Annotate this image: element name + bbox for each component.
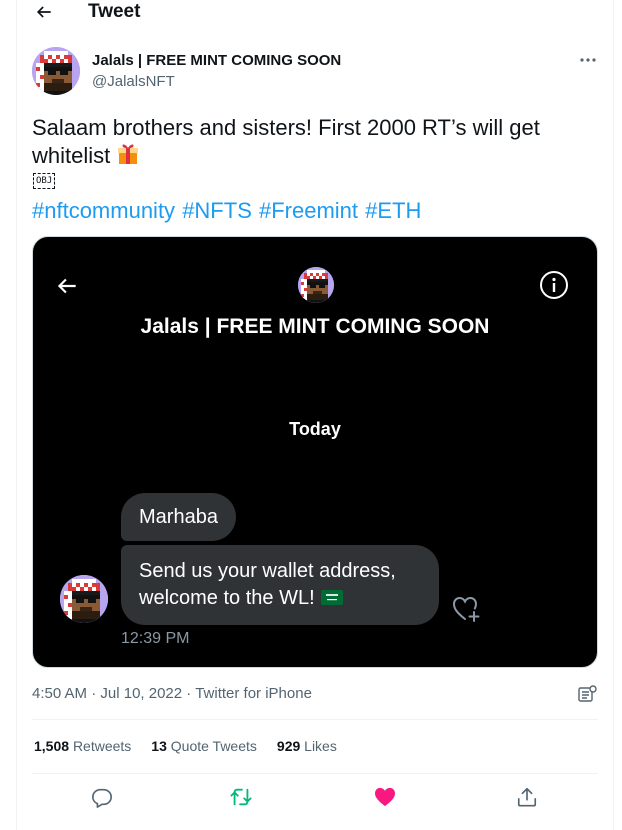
action-bar <box>32 785 598 809</box>
obj-placeholder: OBJ <box>33 173 56 189</box>
divider <box>32 773 598 774</box>
avatar <box>298 267 334 303</box>
saudi-flag-icon <box>320 586 343 613</box>
likes-label: Likes <box>304 738 337 754</box>
retweets-label: Retweets <box>72 738 132 754</box>
tweet-time[interactable]: 4:50 AM <box>32 685 87 702</box>
heart-plus-icon <box>452 595 482 628</box>
avatar[interactable] <box>32 47 80 95</box>
author-handle[interactable]: @JalalsNFT <box>92 73 175 90</box>
retweets-stat[interactable]: 1,508 Retweets <box>34 738 131 754</box>
more-horizontal-icon[interactable] <box>576 52 600 68</box>
media-image[interactable]: Jalals | FREE MINT COMING SOON Today Mar… <box>32 236 598 668</box>
hashtag-link[interactable]: #Freemint <box>259 198 358 223</box>
message-time: 12:39 PM <box>121 630 190 647</box>
retweet-icon[interactable] <box>229 785 253 809</box>
tweet-text-line-1: Salaam brothers and sisters! First 2000 … <box>32 115 540 140</box>
quote-tweets-count: 13 <box>151 738 167 754</box>
tweet-text: Salaam brothers and sisters! First 2000 … <box>32 114 602 173</box>
message-line: Send us your wallet address, <box>139 560 396 582</box>
gift-icon <box>116 142 140 173</box>
retweets-count: 1,508 <box>34 738 70 754</box>
engagement-stats: 1,508 Retweets 13 Quote Tweets 929 Likes <box>34 738 337 754</box>
message-bubble: Marhaba <box>121 493 236 541</box>
heart-icon[interactable] <box>373 785 397 809</box>
hashtag-link[interactable]: #ETH <box>365 198 421 223</box>
hashtag-link[interactable]: #nftcommunity <box>32 198 175 223</box>
tweet-meta: 4:50 AM · Jul 10, 2022 · Twitter for iPh… <box>32 685 312 702</box>
author-name[interactable]: Jalals | FREE MINT COMING SOON <box>92 52 341 69</box>
message-line: welcome to the WL! <box>139 587 315 609</box>
tweet-source[interactable]: Twitter for iPhone <box>195 685 312 702</box>
quote-tweets-label: Quote Tweets <box>170 738 257 754</box>
quote-tweets-stat[interactable]: 13 Quote Tweets <box>151 738 257 754</box>
message-bubble: Send us your wallet address, welcome to … <box>121 545 439 625</box>
header-bar: Tweet <box>16 0 614 28</box>
arrow-left-icon <box>54 273 80 304</box>
separator: · <box>87 685 101 702</box>
avatar <box>60 575 108 623</box>
reply-icon[interactable] <box>90 785 114 809</box>
separator: · <box>182 685 196 702</box>
hashtag-link[interactable]: #NFTS <box>182 198 252 223</box>
likes-stat[interactable]: 929 Likes <box>277 738 337 754</box>
info-icon <box>539 270 569 305</box>
analytics-icon[interactable] <box>578 685 598 708</box>
arrow-left-icon[interactable] <box>32 0 56 24</box>
page-title: Tweet <box>88 1 141 22</box>
conversation-title: Jalals | FREE MINT COMING SOON <box>140 315 490 338</box>
share-icon[interactable] <box>515 785 539 809</box>
hashtags: #nftcommunity #NFTS #Freemint #ETH <box>32 197 422 225</box>
likes-count: 929 <box>276 738 301 754</box>
tweet-date[interactable]: Jul 10, 2022 <box>100 685 182 702</box>
tweet-text-line-2: whitelist <box>32 143 111 168</box>
divider <box>32 719 598 720</box>
date-separator: Today <box>289 419 341 439</box>
